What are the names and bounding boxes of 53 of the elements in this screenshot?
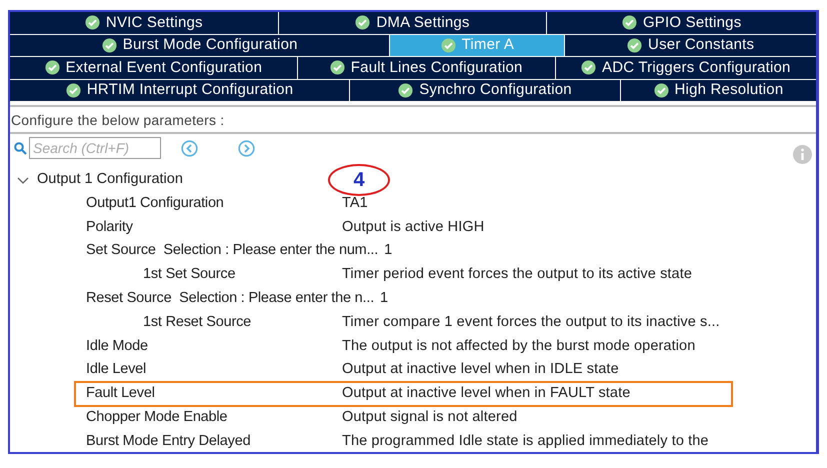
parameter-value: The programmed Idle state is applied immediately to the — [342, 432, 709, 451]
check-icon — [622, 15, 637, 30]
check-icon — [580, 60, 596, 76]
tab[interactable]: DMA Settings — [278, 12, 548, 34]
search-field[interactable]: Search (Ctrl+F) — [29, 137, 161, 159]
previous-button[interactable] — [181, 140, 198, 156]
tab[interactable]: Burst Mode Configuration — [10, 34, 390, 56]
tab[interactable]: GPIO Settings — [547, 12, 816, 34]
instruction-text: Configure the below parameters : — [10, 105, 816, 134]
parameter-value: The output is not affected by the burst mode operation — [342, 336, 696, 356]
group-label: Output 1 Configuration — [37, 170, 183, 190]
parameter-name: Idle Mode — [85, 336, 149, 356]
parameter-value: Output is active HIGH — [342, 218, 484, 237]
parameter-value: 1 — [384, 241, 392, 260]
parameter-value: 1 — [380, 289, 388, 308]
parameter-value: Output at inactive level when in IDLE state — [342, 360, 619, 380]
check-icon — [627, 38, 642, 53]
check-icon — [44, 60, 60, 76]
parameter-name: Set Source Selection : Please enter the num... — [85, 241, 380, 260]
parameter-name: Polarity — [85, 218, 134, 237]
tab[interactable]: NVIC Settings — [10, 12, 279, 34]
tab[interactable]: High Resolution — [620, 80, 816, 101]
parameter-name: Reset Source Selection : Please enter the n... — [85, 289, 376, 308]
check-icon — [330, 60, 345, 76]
check-icon — [102, 38, 117, 53]
check-icon — [355, 15, 370, 30]
check-icon — [654, 82, 668, 98]
check-icon — [66, 82, 81, 98]
parameter-value: Output signal is not altered — [342, 408, 518, 427]
tab[interactable]: HRTIM Interrupt Configuration — [10, 80, 350, 101]
parameter-name: Idle Level — [85, 360, 148, 380]
tab[interactable]: User Constants — [565, 34, 816, 56]
tab[interactable]: Fault Lines Configuration — [298, 57, 556, 78]
parameter-name: 1st Set Source — [142, 265, 236, 284]
next-button[interactable] — [238, 140, 255, 156]
parameter-value: TA1 — [342, 194, 368, 213]
parameter-name: 1st Reset Source — [142, 312, 252, 332]
check-icon — [84, 15, 100, 30]
parameter-name: Output1 Configuration — [85, 194, 225, 213]
parameter-name: Burst Mode Entry Delayed — [85, 432, 252, 451]
tab[interactable]: ADC Triggers Configuration — [556, 57, 816, 78]
search-icon — [14, 142, 27, 154]
parameter-value: Timer period event forces the output to its active state — [342, 265, 692, 284]
tab[interactable]: External Event Configuration — [10, 57, 298, 78]
parameter-value: Output at inactive level when in FAULT state — [342, 384, 630, 404]
parameter-value: Timer compare 1 event forces the output to its inactive s... — [342, 312, 720, 332]
annotation-label: 4 — [328, 164, 390, 196]
parameter-name: Chopper Mode Enable — [85, 408, 228, 427]
check-icon — [398, 82, 414, 98]
info-icon[interactable] — [793, 145, 812, 164]
tab[interactable]: Synchro Configuration — [350, 80, 621, 101]
check-icon — [440, 38, 456, 53]
parameter-name: Fault Level — [85, 384, 156, 404]
